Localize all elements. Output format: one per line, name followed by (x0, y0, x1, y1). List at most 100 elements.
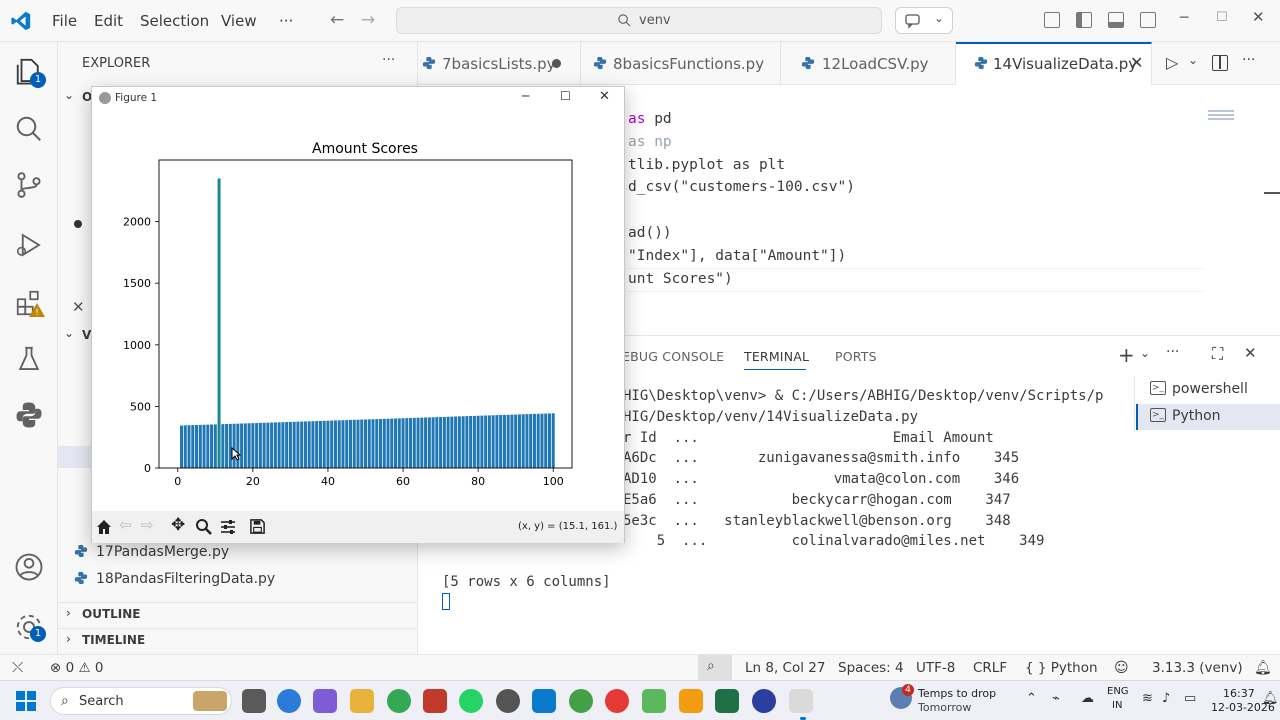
terminal-instance-powershell[interactable]: >_ powershell (1136, 378, 1280, 404)
app-icon[interactable] (642, 689, 666, 713)
menu-edit[interactable]: Edit (94, 12, 123, 30)
back-arrow-icon[interactable]: ⇦ (119, 516, 132, 534)
task-view-icon[interactable] (242, 689, 266, 713)
volume-icon[interactable]: ♪ (1162, 691, 1170, 706)
tab-ports[interactable]: PORTS (835, 349, 877, 364)
tab-terminal[interactable]: TERMINAL (744, 349, 809, 364)
toggle-sidebar-icon[interactable] (1076, 12, 1092, 28)
bar-chart[interactable]: Amount Scores 0 20 40 60 80 10005001000150020… (92, 111, 624, 511)
cloud-icon[interactable]: ☁ (1081, 691, 1094, 706)
chevron-down-icon[interactable]: ⌄ (1188, 53, 1198, 67)
language-indicator[interactable]: ENG (1107, 686, 1129, 697)
close-icon[interactable]: ✕ (72, 298, 85, 316)
home-icon[interactable] (95, 518, 113, 536)
opera-icon[interactable] (605, 689, 629, 713)
python-icon[interactable] (14, 400, 44, 430)
tray-icon[interactable]: ⌁ (1052, 691, 1060, 706)
file-item[interactable]: 17PandasMerge.py (74, 544, 229, 560)
menu-view[interactable]: View (221, 12, 257, 30)
toggle-secondary-sidebar-icon[interactable] (1140, 12, 1156, 28)
run-debug-icon[interactable] (14, 230, 44, 260)
maximize-panel-icon[interactable]: ⛶ (1212, 344, 1223, 364)
encoding[interactable]: UTF-8 (916, 660, 955, 676)
split-editor-icon[interactable] (1212, 55, 1228, 71)
terminal-instance-python[interactable]: >_ Python (1136, 404, 1280, 430)
problems-indicator[interactable]: ⊗ 0 ⚠ 0 (50, 660, 103, 676)
app-icon[interactable] (752, 689, 776, 713)
whatsapp-icon[interactable] (459, 689, 483, 713)
nav-back-icon[interactable]: ← (330, 10, 344, 30)
taskbar-search[interactable]: ⌕ Search (50, 687, 232, 715)
chevron-down-icon[interactable]: ⌄ (1140, 346, 1150, 360)
more-actions-icon[interactable]: ··· (382, 52, 395, 68)
start-windows-icon[interactable] (16, 691, 36, 711)
line-ending[interactable]: CRLF (973, 660, 1007, 676)
testing-beaker-icon[interactable] (14, 344, 44, 374)
nav-forward-icon[interactable]: → (361, 10, 375, 30)
close-panel-icon[interactable]: ✕ (1244, 344, 1257, 362)
vlc-icon[interactable] (679, 689, 703, 713)
language-mode[interactable]: { } Python (1025, 660, 1098, 676)
copilot-app-icon[interactable] (313, 689, 337, 713)
chrome-icon[interactable] (387, 689, 411, 713)
command-center-search[interactable]: venv (396, 7, 882, 34)
tab-7basicslists[interactable]: 7basicsLists.py (418, 42, 581, 85)
unsaved-dot-icon[interactable] (552, 59, 561, 68)
forward-arrow-icon[interactable]: ⇨ (141, 516, 154, 534)
matplotlib-figure-taskbar-icon[interactable] (789, 689, 813, 713)
copilot-button[interactable]: ⌄ (895, 7, 953, 34)
pan-move-icon[interactable]: ✥ (171, 515, 185, 535)
matplotlib-figure-window[interactable]: Figure 1 ─ ☐ ✕ Amount Scores 0 20 40 60 80 10… (91, 86, 625, 543)
chevron-right-icon[interactable]: › (66, 606, 71, 620)
menu-selection[interactable]: Selection (140, 12, 209, 30)
remote-icon[interactable]: ⤬ (12, 660, 23, 676)
window-close-icon[interactable]: ✕ (1252, 8, 1265, 26)
outline-header[interactable]: OUTLINE (82, 607, 140, 621)
cursor-position[interactable]: Ln 8, Col 27 (745, 660, 825, 676)
search-icon[interactable] (14, 114, 44, 144)
tab-debug-console[interactable]: EBUG CONSOLE (622, 349, 724, 364)
zoom-icon[interactable] (195, 518, 213, 536)
app-icon[interactable] (496, 689, 520, 713)
minimap[interactable] (1208, 110, 1234, 122)
window-minimize-icon[interactable]: ─ (1180, 10, 1188, 26)
notification-bell-icon[interactable]: 🔔︎ (1262, 691, 1279, 706)
file-item[interactable]: 18PandasFilteringData.py (74, 571, 275, 587)
file-explorer-icon[interactable] (350, 689, 374, 713)
workspace-header[interactable]: V (82, 328, 91, 342)
battery-icon[interactable]: ▭ (1184, 691, 1196, 706)
new-terminal-icon[interactable]: + (1118, 343, 1135, 367)
python-interpreter[interactable]: 3.13.3 (venv) (1152, 660, 1243, 676)
window-maximize-icon[interactable]: ☐ (560, 89, 571, 103)
notifications-bell-icon[interactable]: 🔔︎ (1254, 660, 1272, 676)
source-control-icon[interactable] (14, 170, 44, 200)
layout-customize-icon[interactable] (1044, 12, 1060, 28)
tab-12loadcsv[interactable]: 12LoadCSV.py (781, 42, 956, 85)
more-actions-icon[interactable]: ··· (1166, 344, 1179, 360)
window-restore-icon[interactable]: ☐ (1216, 10, 1228, 25)
figure-titlebar[interactable]: Figure 1 ─ ☐ ✕ (92, 87, 624, 111)
timeline-header[interactable]: TIMELINE (82, 633, 145, 647)
zoom-indicator[interactable]: ⌕ (698, 655, 732, 680)
chevron-right-icon[interactable]: › (66, 632, 71, 646)
configure-subplots-icon[interactable] (219, 518, 237, 536)
copilot-icon[interactable]: ☺ (1114, 660, 1129, 676)
toggle-panel-icon[interactable] (1108, 12, 1124, 28)
wifi-icon[interactable]: ≋ (1142, 691, 1153, 706)
tab-8basicsfunctions[interactable]: 8basicsFunctions.py (581, 42, 781, 85)
run-python-icon[interactable]: ▷ (1166, 53, 1178, 72)
indentation[interactable]: Spaces: 4 (838, 660, 904, 676)
account-icon[interactable] (14, 552, 44, 582)
menu-more[interactable]: ··· (279, 12, 293, 30)
tab-14visualizedata[interactable]: 14VisualizeData.py ✕ (956, 42, 1152, 85)
save-figure-icon[interactable] (249, 518, 266, 535)
chevron-down-icon[interactable]: ⌄ (64, 326, 74, 340)
app-icon[interactable] (423, 689, 447, 713)
close-tab-icon[interactable]: ✕ (1130, 53, 1143, 72)
chevron-down-icon[interactable]: ⌄ (64, 88, 74, 102)
clock-time[interactable]: 16:37 (1223, 687, 1255, 700)
vscode-taskbar-icon[interactable] (532, 689, 556, 713)
edge-browser-icon[interactable] (277, 689, 301, 713)
excel-icon[interactable] (715, 689, 739, 713)
more-actions-icon[interactable]: ··· (1242, 52, 1255, 68)
